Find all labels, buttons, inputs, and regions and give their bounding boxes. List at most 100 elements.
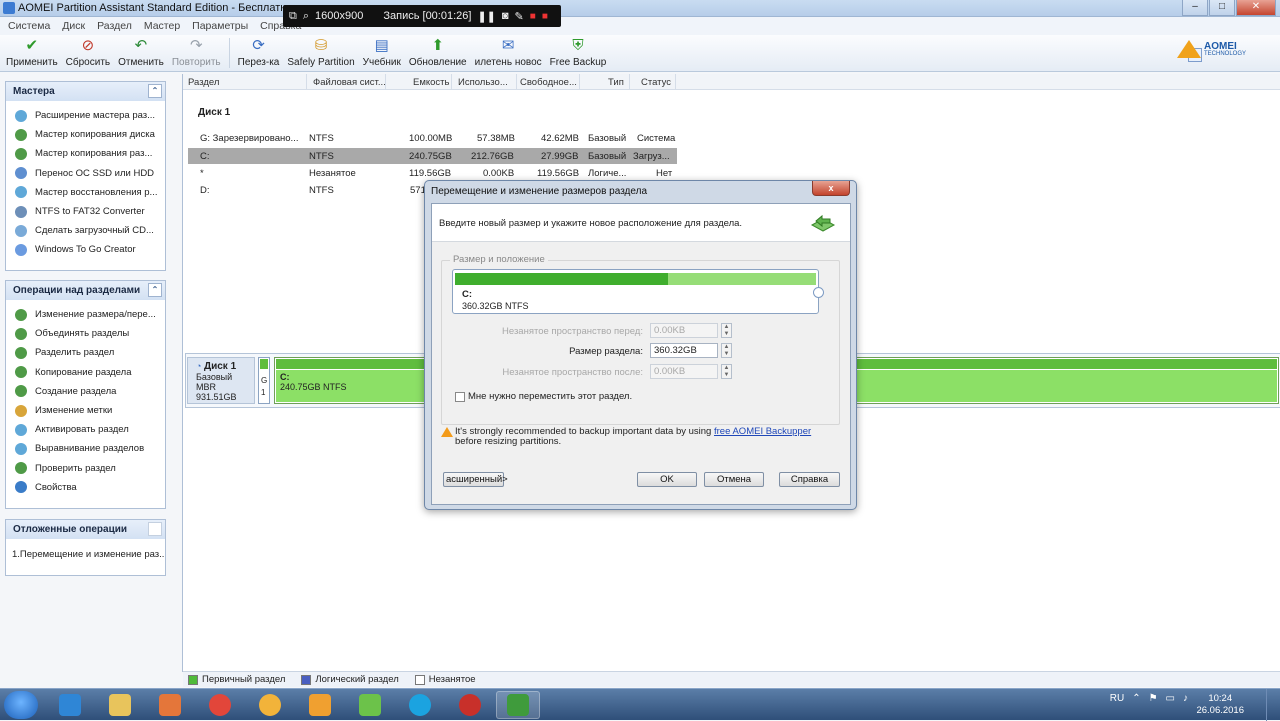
wizard-item[interactable]: Мастер копирования раз...	[6, 144, 165, 163]
wizard-item[interactable]: Перенос ОС SSD или HDD	[6, 164, 165, 183]
collapse-icon[interactable]: ⌃	[148, 283, 162, 297]
stop-icon[interactable]: ■	[530, 11, 536, 22]
zoom-icon[interactable]: ⌕	[303, 10, 309, 23]
clock[interactable]: 10:24 26.06.2016	[1196, 693, 1244, 717]
taskbar-qip[interactable]	[298, 691, 342, 719]
operation-item[interactable]: Разделить раздел	[6, 343, 165, 362]
operation-item[interactable]: Объединять разделы	[6, 324, 165, 343]
taskbar-explorer[interactable]	[98, 691, 142, 719]
undo-button[interactable]: ↶ Отменить	[114, 35, 168, 71]
wizards-panel-header[interactable]: Мастера ⌃	[6, 82, 165, 101]
backupper-link[interactable]: free AOMEI Backupper	[714, 426, 811, 437]
taskbar-recorder[interactable]	[448, 691, 492, 719]
reload-button[interactable]: ⟳ Перез-ка	[234, 35, 284, 71]
partition-segment-g[interactable]: G 1	[258, 357, 270, 404]
apply-button[interactable]: ✔ Применить	[2, 35, 62, 71]
discard-button[interactable]: ⊘ Сбросить	[62, 35, 114, 71]
language-indicator[interactable]: RU	[1110, 693, 1124, 704]
help-button[interactable]: Справка	[779, 472, 840, 487]
operation-item[interactable]: Свойства	[6, 478, 165, 497]
operations-panel-header[interactable]: Операции над разделами ⌃	[6, 281, 165, 300]
operation-item[interactable]: Создание раздела	[6, 382, 165, 401]
operation-item[interactable]: Проверить раздел	[6, 459, 165, 478]
col-partition[interactable]: Раздел	[188, 77, 219, 88]
operation-item[interactable]: Активировать раздел	[6, 420, 165, 439]
col-type[interactable]: Тип	[608, 77, 624, 88]
resize-handle[interactable]	[813, 287, 824, 298]
free-backup-button[interactable]: ⛨ Free Backup	[546, 35, 611, 71]
safely-partition-button[interactable]: ⛁ Safely Partition	[283, 35, 358, 71]
taskbar-music[interactable]	[348, 691, 392, 719]
menu-disk[interactable]: Диск	[56, 17, 91, 35]
recorder-icon	[459, 694, 481, 716]
taskbar-media[interactable]	[148, 691, 192, 719]
pending-operation-item[interactable]: 1.Перемещение и изменение раз...	[6, 545, 165, 564]
operation-item[interactable]: Изменение размера/пере...	[6, 305, 165, 324]
record-icon[interactable]: ■	[542, 11, 548, 22]
pen-icon[interactable]: ✎	[515, 10, 524, 23]
minimize-button[interactable]: –	[1182, 0, 1208, 16]
start-button[interactable]	[4, 691, 38, 719]
before-input[interactable]: 0.00KB	[650, 323, 718, 338]
move-partition-checkbox[interactable]: Мне нужно переместить этот раздел.	[455, 391, 632, 402]
partition-slider[interactable]: C: 360.32GB NTFS	[452, 269, 824, 314]
operation-item[interactable]: Изменение метки	[6, 401, 165, 420]
create-icon	[15, 385, 27, 398]
col-capacity[interactable]: Емкость	[413, 77, 449, 88]
taskbar-ie[interactable]	[48, 691, 92, 719]
close-window-button[interactable]: ✕	[1236, 0, 1276, 16]
taskbar-mail[interactable]	[248, 691, 292, 719]
taskbar-chrome[interactable]	[198, 691, 242, 719]
redo-button[interactable]: ↷ Повторить	[168, 35, 225, 71]
col-filesystem[interactable]: Файловая сист...	[313, 77, 386, 88]
wizard-item[interactable]: NTFS to FAT32 Converter	[6, 202, 165, 221]
camera-icon[interactable]: ◙	[502, 10, 509, 22]
wizard-item[interactable]: Расширение мастера раз...	[6, 106, 165, 125]
clock-time: 10:24	[1208, 693, 1233, 704]
advanced-button[interactable]: асширенный>	[443, 472, 508, 487]
cancel-button[interactable]: Отмена	[704, 472, 764, 487]
before-spinner[interactable]: ▲ ▼	[721, 323, 732, 338]
table-row[interactable]: * Незанятое 119.56GB 0.00KB 119.56GB Лог…	[188, 165, 677, 181]
operation-item[interactable]: Копирование раздела	[6, 363, 165, 382]
ok-button[interactable]: OK	[637, 472, 697, 487]
flag-icon[interactable]: ⚑	[1149, 693, 1158, 704]
legend-logical: Логический раздел	[301, 674, 399, 685]
tutorial-button[interactable]: ▤ Учебник	[359, 35, 405, 71]
operation-item[interactable]: Выравнивание разделов	[6, 439, 165, 458]
size-input[interactable]: 360.32GB	[650, 343, 718, 358]
wizard-item[interactable]: Сделать загрузочный CD...	[6, 221, 165, 240]
wizard-item[interactable]: Windows To Go Creator	[6, 240, 165, 259]
taskbar-aomei[interactable]	[496, 691, 540, 719]
wizard-item[interactable]: Мастер восстановления р...	[6, 183, 165, 202]
table-row[interactable]: C: NTFS 240.75GB 212.76GB 27.99GB Базовы…	[188, 148, 677, 164]
crop-icon[interactable]: ⧉	[289, 10, 297, 23]
col-free[interactable]: Свободное...	[520, 77, 577, 88]
disk-info[interactable]: ◔ Диск 1 Базовый MBR 931.51GB	[187, 357, 255, 404]
menu-wizard[interactable]: Мастер	[138, 17, 186, 35]
table-row[interactable]: G: Зарезервировано... NTFS 100.00MB 57.3…	[188, 130, 677, 146]
after-input[interactable]: 0.00KB	[650, 364, 718, 379]
upgrade-button[interactable]: ⬆ Обновление	[405, 35, 471, 71]
wizard-item[interactable]: Мастер копирования диска	[6, 125, 165, 144]
maximize-button[interactable]: □	[1209, 0, 1235, 16]
tray-expand-icon[interactable]: ⌃	[1132, 693, 1140, 704]
menu-settings[interactable]: Параметры	[186, 17, 254, 35]
checkbox[interactable]	[455, 391, 465, 402]
menu-system[interactable]: Система	[2, 17, 56, 35]
dialog-close-button[interactable]: x	[812, 181, 850, 196]
menu-partition[interactable]: Раздел	[91, 17, 138, 35]
volume-icon[interactable]: ♪	[1183, 693, 1188, 704]
legend-swatch	[188, 674, 198, 685]
network-icon[interactable]: ▭	[1166, 693, 1175, 704]
size-spinner[interactable]: ▲ ▼	[721, 343, 732, 358]
taskbar-skype[interactable]	[398, 691, 442, 719]
show-desktop-button[interactable]	[1266, 689, 1280, 721]
col-status[interactable]: Статус	[641, 77, 671, 88]
newsletter-button[interactable]: ✉ илетень новос	[471, 35, 546, 71]
pause-icon[interactable]: ❚❚	[477, 10, 495, 23]
tutorial-icon: ▤	[374, 37, 389, 54]
col-used[interactable]: Использо...	[458, 77, 508, 88]
after-spinner[interactable]: ▲ ▼	[721, 364, 732, 379]
collapse-icon[interactable]: ⌃	[148, 84, 162, 98]
